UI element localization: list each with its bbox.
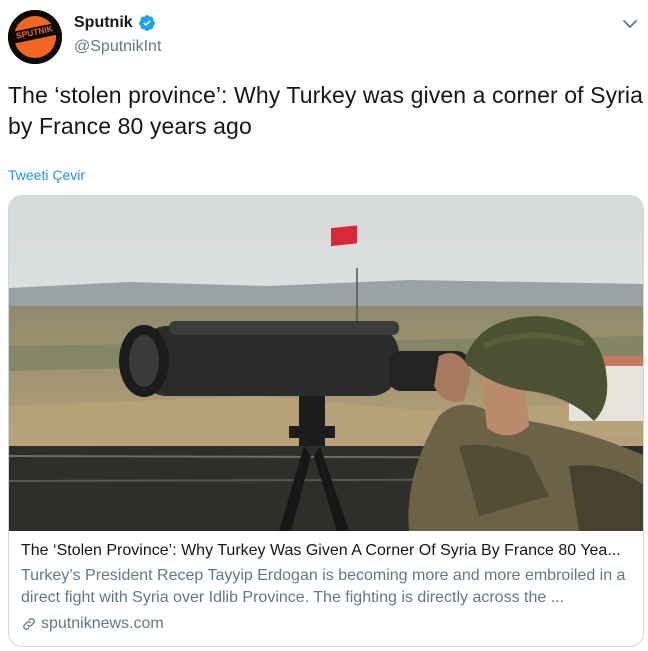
author-name-row: Sputnik — [74, 14, 156, 32]
card-domain: sputniknews.com — [41, 615, 164, 632]
avatar[interactable]: SPUTNIK — [8, 10, 62, 64]
link-icon — [23, 618, 35, 630]
card-image — [9, 196, 643, 531]
chevron-down-icon[interactable] — [620, 14, 640, 34]
link-card[interactable]: The ‘Stolen Province’: Why Turkey Was Gi… — [8, 195, 644, 647]
translate-tweet-link[interactable]: Tweeti Çevir — [8, 167, 85, 183]
verified-badge-icon — [138, 15, 155, 31]
author-display-name[interactable]: Sputnik — [74, 14, 133, 32]
author-handle[interactable]: @SputnikInt — [74, 38, 161, 56]
sputnik-logo-icon: SPUTNIK — [8, 10, 62, 64]
tweet-text: The ‘stolen province’: Why Turkey was gi… — [8, 82, 644, 139]
card-title[interactable]: The ‘Stolen Province’: Why Turkey Was Gi… — [21, 541, 633, 561]
card-description: Turkey’s President Recep Tayyip Erdogan … — [21, 567, 626, 606]
card-domain-row: sputniknews.com — [21, 615, 633, 633]
card-body: The ‘Stolen Province’: Why Turkey Was Gi… — [9, 531, 643, 633]
